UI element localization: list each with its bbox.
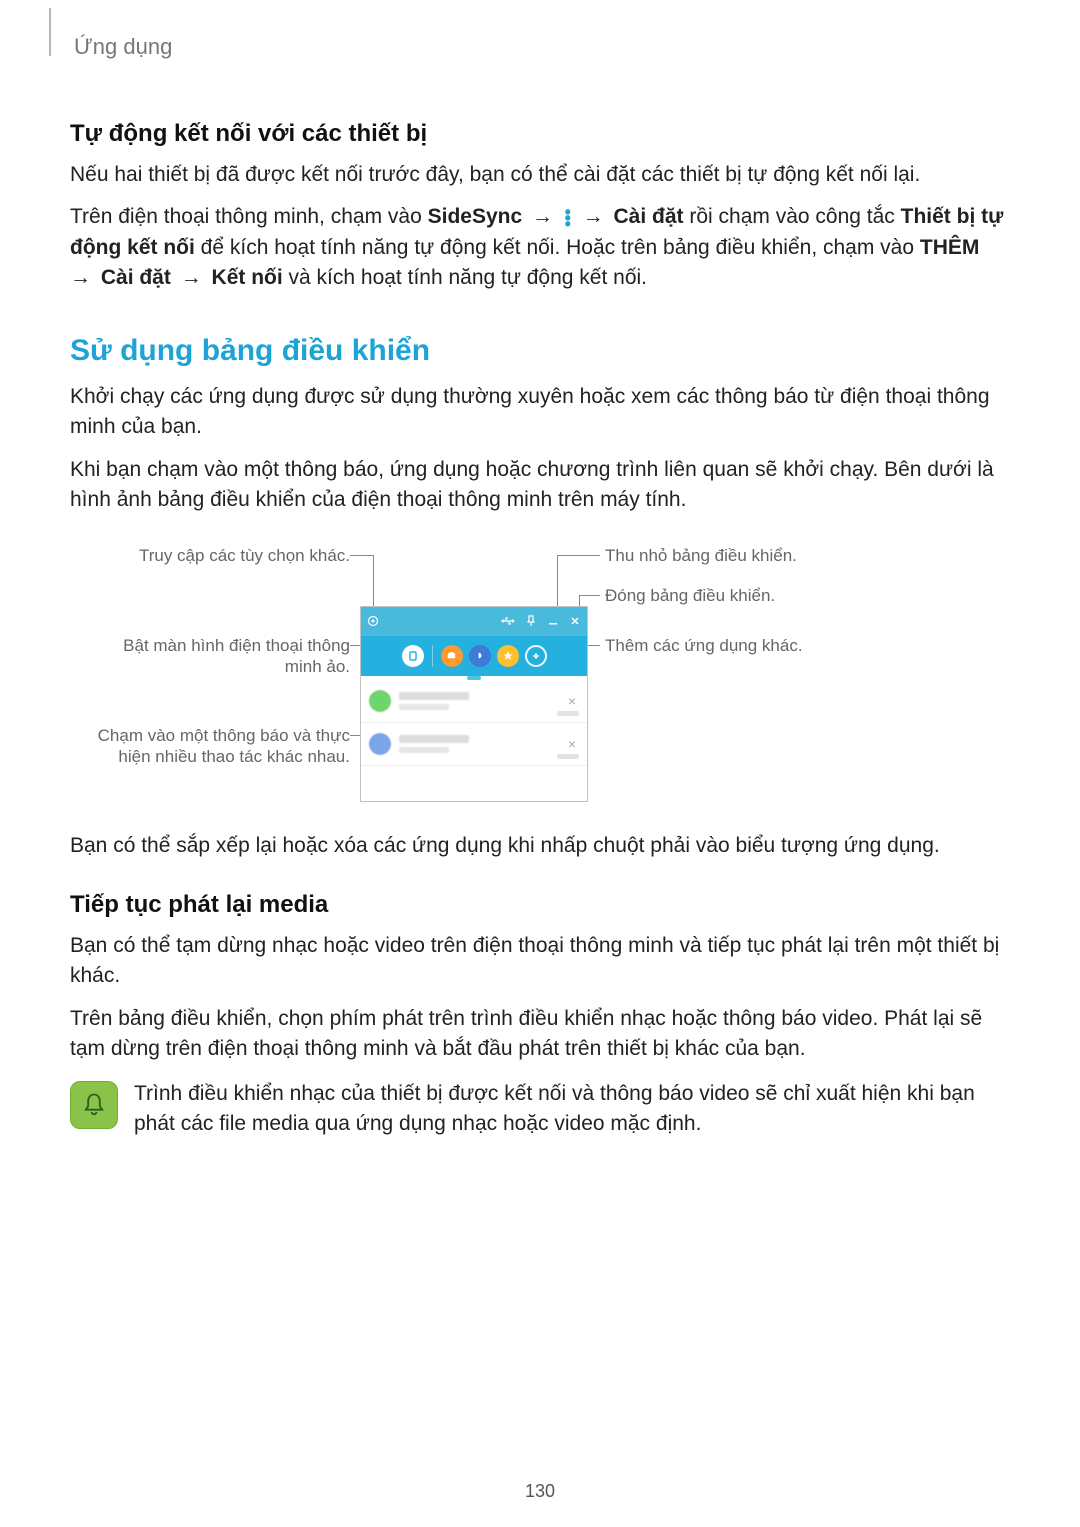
arrow-icon: → [522, 205, 563, 228]
subhead-auto-connect: Tự động kết nối với các thiết bị [70, 120, 1010, 148]
notification-time [557, 711, 579, 716]
paragraph: Khi bạn chạm vào một thông báo, ứng dụng… [70, 455, 1010, 516]
dismiss-icon[interactable]: × [565, 693, 579, 709]
menu-item: Cài đặt [614, 205, 684, 228]
text: để kích hoạt tính năng tự động kết nối. … [195, 236, 920, 259]
close-icon[interactable] [569, 615, 581, 627]
callout-more-options: Truy cập các tùy chọn khác. [90, 545, 350, 566]
paragraph: Bạn có thể sắp xếp lại hoặc xóa các ứng … [70, 831, 1010, 861]
virtual-screen-button[interactable] [402, 645, 424, 667]
page: Ứng dụng Tự động kết nối với các thiết b… [0, 0, 1080, 1527]
callout-notification-actions: Chạm vào một thông báo và thực hiện nhiề… [90, 725, 350, 768]
arrow-icon: → [573, 205, 614, 228]
paragraph: Trên điện thoại thông minh, chạm vào Sid… [70, 202, 1010, 293]
more-options-icon: ••• [563, 209, 573, 227]
callout-add-apps: Thêm các ứng dụng khác. [605, 635, 905, 656]
app-shortcut[interactable] [441, 645, 463, 667]
usb-icon [501, 615, 515, 627]
notification-text [399, 692, 565, 710]
paragraph: Nếu hai thiết bị đã được kết nối trước đ… [70, 160, 1010, 190]
more-options-icon[interactable] [367, 615, 379, 627]
section-title-dashboard: Sử dụng bảng điều khiển [70, 334, 1010, 368]
menu-item: Cài đặt [101, 266, 171, 289]
notification-text [399, 735, 565, 753]
menu-item: Kết nối [212, 266, 283, 289]
bell-icon [70, 1081, 118, 1129]
panel-app-bar [361, 635, 587, 676]
paragraph: Khởi chạy các ứng dụng được sử dụng thườ… [70, 382, 1010, 443]
header-rule [49, 8, 51, 56]
divider [432, 645, 433, 667]
panel-titlebar [361, 607, 587, 635]
connector-line [557, 555, 600, 556]
text: Trên điện thoại thông minh, chạm vào [70, 205, 428, 228]
minimize-icon[interactable] [547, 615, 559, 627]
info-note: Trình điều khiển nhạc của thiết bị được … [70, 1079, 1010, 1140]
text: rồi chạm vào công tắc [684, 205, 901, 228]
add-app-button[interactable] [525, 645, 547, 667]
dismiss-icon[interactable]: × [565, 736, 579, 752]
notification-app-icon [369, 690, 391, 712]
app-name: SideSync [428, 205, 523, 228]
breadcrumb: Ứng dụng [74, 34, 1010, 60]
app-shortcut[interactable] [497, 645, 519, 667]
notification-time [557, 754, 579, 759]
connector-line [579, 595, 600, 596]
dashboard-diagram: Truy cập các tùy chọn khác. Bật màn hình… [70, 536, 1010, 806]
notification-item[interactable]: × [361, 723, 587, 766]
callout-minimize: Thu nhỏ bảng điều khiển. [605, 545, 905, 566]
notification-item[interactable]: × [361, 680, 587, 723]
callout-close: Đóng bảng điều khiển. [605, 585, 905, 606]
page-number: 130 [0, 1481, 1080, 1502]
paragraph: Bạn có thể tạm dừng nhạc hoặc video trên… [70, 931, 1010, 992]
pin-icon[interactable] [525, 615, 537, 627]
note-text: Trình điều khiển nhạc của thiết bị được … [134, 1079, 1010, 1140]
app-shortcut[interactable] [469, 645, 491, 667]
connector-line [557, 555, 558, 613]
menu-item: THÊM [920, 236, 980, 259]
dashboard-panel: × × [360, 606, 588, 802]
connector-line [350, 555, 374, 556]
text: và kích hoạt tính năng tự động kết nối. [283, 266, 647, 289]
arrow-icon: → [171, 266, 212, 289]
paragraph: Trên bảng điều khiển, chọn phím phát trê… [70, 1004, 1010, 1065]
subhead-resume-media: Tiếp tục phát lại media [70, 891, 1010, 919]
callout-virtual-screen: Bật màn hình điện thoại thông minh ảo. [90, 635, 350, 678]
notification-app-icon [369, 733, 391, 755]
